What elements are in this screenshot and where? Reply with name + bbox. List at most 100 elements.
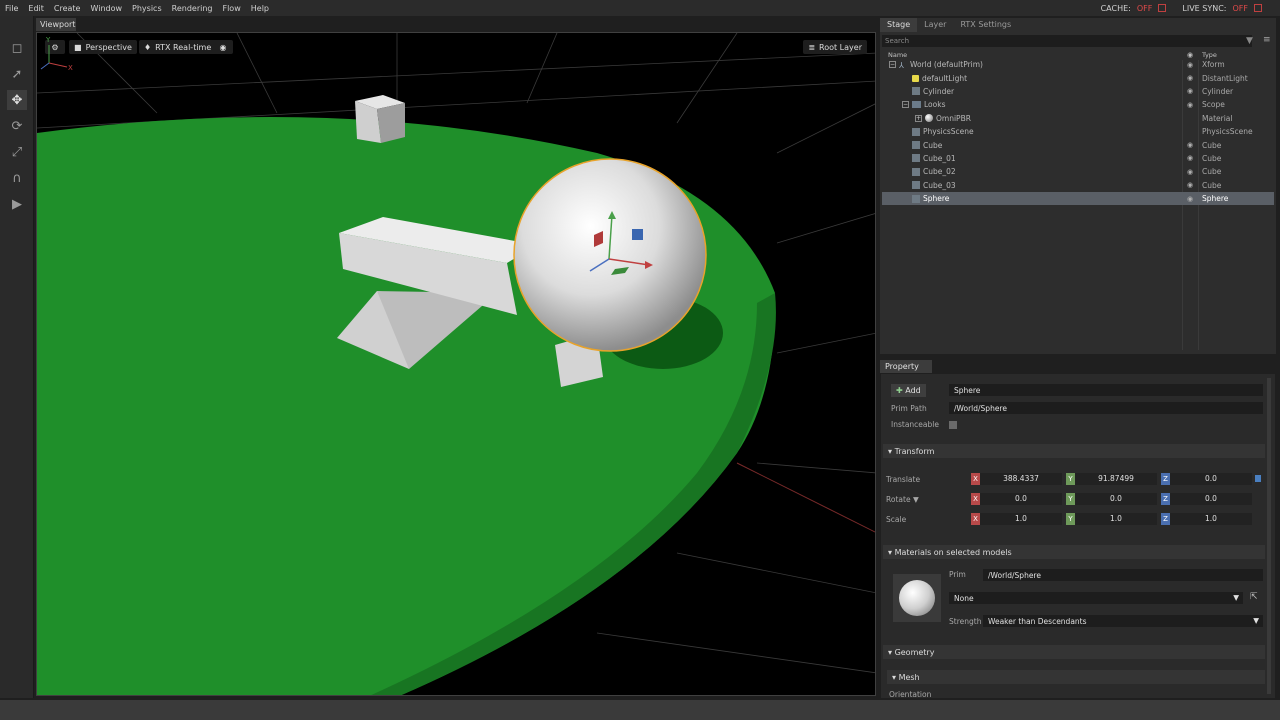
transform-section-header[interactable]: ▾ Transform bbox=[883, 444, 1265, 458]
material-binding-dropdown[interactable]: None ▼ bbox=[949, 592, 1243, 604]
scale-y-field[interactable]: 1.0 bbox=[1075, 513, 1157, 525]
property-scrollbar[interactable] bbox=[1267, 378, 1271, 694]
plus-icon: ✚ bbox=[896, 386, 906, 395]
stage-row[interactable]: Cube_02 ◉ Cube bbox=[882, 165, 1274, 178]
stage-row-name: Cube_03 bbox=[912, 181, 956, 190]
stage-row[interactable]: Cylinder ◉ Cylinder bbox=[882, 85, 1274, 98]
filter-icon[interactable]: ▼ bbox=[1246, 36, 1253, 46]
layer-button[interactable]: ≣ Root Layer bbox=[803, 40, 867, 54]
translate-keyframe-icon[interactable] bbox=[1255, 475, 1261, 482]
stage-row[interactable]: + OmniPBR Material bbox=[882, 112, 1274, 125]
menu-help[interactable]: Help bbox=[246, 4, 274, 13]
tab-property[interactable]: Property bbox=[880, 360, 932, 373]
expand-toggle-icon[interactable]: + bbox=[915, 114, 922, 122]
menu-edit[interactable]: Edit bbox=[23, 4, 49, 13]
prim-path-field[interactable]: /World/Sphere bbox=[949, 402, 1263, 414]
tab-layer[interactable]: Layer bbox=[917, 18, 953, 32]
rotate-z-field[interactable]: 0.0 bbox=[1170, 493, 1252, 505]
visibility-eye-icon[interactable]: ◉ bbox=[1187, 61, 1193, 69]
visibility-eye-icon[interactable]: ◉ bbox=[1187, 195, 1193, 203]
geometry-section-header[interactable]: ▾ Geometry bbox=[883, 645, 1265, 659]
collapse-toggle-icon[interactable]: − bbox=[902, 101, 909, 109]
mat-prim-field[interactable]: /World/Sphere bbox=[983, 569, 1263, 581]
stage-row-type: Sphere bbox=[1202, 194, 1229, 204]
select-arrow-icon[interactable]: ➚ bbox=[7, 64, 27, 84]
play-icon[interactable]: ▶ bbox=[7, 194, 27, 214]
mesh-section-header[interactable]: ▾ Mesh bbox=[887, 670, 1265, 684]
tab-stage[interactable]: Stage bbox=[880, 18, 918, 32]
stage-row-type: Cube bbox=[1202, 167, 1222, 177]
mesh-icon bbox=[912, 141, 920, 150]
strength-dropdown[interactable]: Weaker than Descendants ▼ bbox=[983, 615, 1263, 627]
mesh-icon bbox=[912, 87, 920, 96]
open-material-icon[interactable]: ⇱ bbox=[1250, 592, 1258, 602]
menu-rendering[interactable]: Rendering bbox=[167, 4, 218, 13]
prim-name-field[interactable]: Sphere bbox=[949, 384, 1263, 396]
menu-create[interactable]: Create bbox=[49, 4, 86, 13]
move-icon[interactable]: ✥ bbox=[7, 90, 27, 110]
menu-file[interactable]: File bbox=[0, 4, 23, 13]
stage-tree: − ⅄ World (defaultPrim) ◉ Xform defaultLight ◉… bbox=[882, 58, 1274, 206]
scale-x-field[interactable]: 1.0 bbox=[980, 513, 1062, 525]
geometry-title: Geometry bbox=[894, 648, 935, 657]
tab-rtx-settings[interactable]: RTX Settings bbox=[953, 18, 1018, 32]
materials-section-header[interactable]: ▾ Materials on selected models bbox=[883, 545, 1265, 559]
visibility-eye-icon[interactable]: ◉ bbox=[1187, 168, 1193, 176]
rotate-z-axis: Z bbox=[1161, 493, 1170, 505]
menu-physics[interactable]: Physics bbox=[127, 4, 167, 13]
collapse-toggle-icon[interactable]: − bbox=[889, 61, 896, 69]
select-mode-icon[interactable]: ◻ bbox=[7, 38, 27, 58]
translate-x-axis: X bbox=[971, 473, 980, 485]
stage-row[interactable]: − Looks ◉ Scope bbox=[882, 98, 1274, 111]
snap-magnet-icon[interactable]: ∩ bbox=[7, 168, 27, 188]
rotate-y-field[interactable]: 0.0 bbox=[1075, 493, 1157, 505]
cache-value[interactable]: OFF bbox=[1137, 4, 1153, 13]
stage-search-input[interactable]: Search bbox=[882, 35, 1252, 47]
viewport[interactable]: ⚙ ■ Perspective ♦ RTX Real-time ◉ ≣ Root… bbox=[36, 32, 876, 696]
stage-row-label: Cube_03 bbox=[923, 180, 956, 190]
menu-flow[interactable]: Flow bbox=[217, 4, 245, 13]
material-icon bbox=[925, 114, 933, 123]
stage-row[interactable]: Cube_01 ◉ Cube bbox=[882, 152, 1274, 165]
stage-row[interactable]: Cube_03 ◉ Cube bbox=[882, 179, 1274, 192]
visibility-eye-icon[interactable]: ◉ bbox=[1187, 141, 1193, 149]
status-bar bbox=[0, 700, 1280, 720]
renderer-button[interactable]: ♦ RTX Real-time bbox=[139, 40, 217, 54]
stage-row-label: Cylinder bbox=[923, 86, 955, 96]
add-button[interactable]: ✚ Add bbox=[891, 384, 926, 397]
stage-row[interactable]: Sphere ◉ Sphere bbox=[882, 191, 1274, 206]
stage-row-label: World (defaultPrim) bbox=[910, 60, 983, 70]
stage-row-label: OmniPBR bbox=[936, 113, 971, 123]
visibility-eye-icon[interactable]: ◉ bbox=[1187, 181, 1193, 189]
stage-row-name: − ⅄ World (defaultPrim) bbox=[889, 60, 983, 70]
scale-icon[interactable]: ⤢ bbox=[7, 142, 27, 162]
instanceable-checkbox[interactable] bbox=[949, 421, 957, 429]
stage-row[interactable]: PhysicsScene PhysicsScene bbox=[882, 125, 1274, 138]
livesync-value[interactable]: OFF bbox=[1233, 4, 1249, 13]
translate-z-field[interactable]: 0.0 bbox=[1170, 473, 1252, 485]
visibility-eye-icon[interactable]: ◉ bbox=[1187, 101, 1193, 109]
stage-row-name: Cylinder bbox=[912, 87, 954, 96]
scale-z-field[interactable]: 1.0 bbox=[1170, 513, 1252, 525]
prim-path-label: Prim Path bbox=[891, 404, 927, 413]
translate-x-field[interactable]: 388.4337 bbox=[980, 473, 1062, 485]
stage-row[interactable]: Cube ◉ Cube bbox=[882, 138, 1274, 151]
rotate-icon[interactable]: ⟳ bbox=[7, 116, 27, 136]
scale-label: Scale bbox=[886, 515, 907, 524]
viewport-tab[interactable]: Viewport bbox=[36, 18, 76, 31]
material-thumbnail[interactable] bbox=[893, 574, 941, 622]
stage-row-name: + OmniPBR bbox=[915, 114, 971, 123]
camera-button[interactable]: ■ Perspective bbox=[69, 40, 137, 54]
visibility-eye-icon[interactable]: ◉ bbox=[1187, 87, 1193, 95]
materials-title: Materials on selected models bbox=[894, 548, 1012, 557]
options-menu-icon[interactable]: ≡ bbox=[1263, 35, 1271, 45]
menu-window[interactable]: Window bbox=[85, 4, 127, 13]
stage-row[interactable]: defaultLight ◉ DistantLight bbox=[882, 71, 1274, 84]
visibility-eye-icon[interactable]: ◉ bbox=[213, 40, 233, 54]
visibility-eye-icon[interactable]: ◉ bbox=[1187, 154, 1193, 162]
stage-row[interactable]: − ⅄ World (defaultPrim) ◉ Xform bbox=[882, 58, 1274, 71]
translate-y-field[interactable]: 91.87499 bbox=[1075, 473, 1157, 485]
rotate-x-field[interactable]: 0.0 bbox=[980, 493, 1062, 505]
rotate-label[interactable]: Rotate ▼ bbox=[886, 495, 919, 504]
visibility-eye-icon[interactable]: ◉ bbox=[1187, 74, 1193, 82]
